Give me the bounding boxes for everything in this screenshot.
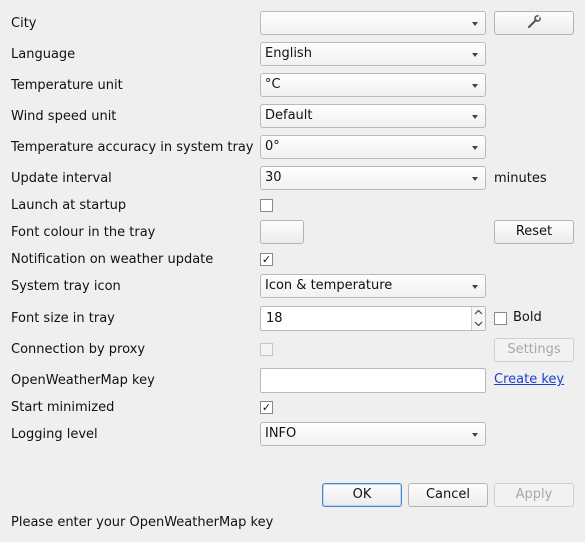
ok-button[interactable]: OK [322,483,402,507]
chevron-down-icon [472,53,478,57]
minutes-label: minutes [494,171,547,186]
language-label: Language [11,47,76,62]
update-interval-label: Update interval [11,171,112,186]
font-size-label: Font size in tray [11,311,115,326]
connection-proxy-label: Connection by proxy [11,342,146,357]
chevron-down-icon [472,285,478,289]
status-message: Please enter your OpenWeatherMap key [11,515,274,530]
temperature-accuracy-combobox[interactable]: 0° [260,135,486,159]
temperature-unit-label: Temperature unit [11,78,123,93]
bold-label: Bold [513,310,542,325]
temperature-accuracy-label: Temperature accuracy in system tray [11,140,254,155]
launch-at-startup-label: Launch at startup [11,198,127,213]
spin-buttons[interactable] [471,307,485,330]
notification-mark: ✓ [261,253,272,266]
owm-key-label: OpenWeatherMap key [11,373,155,388]
notification-checkbox[interactable]: ✓ [260,253,273,266]
proxy-settings-button[interactable]: Settings [494,338,574,362]
apply-button[interactable]: Apply [494,483,574,507]
owm-key-input[interactable] [260,368,486,393]
font-size-spinbox[interactable]: 18 [260,306,486,331]
notification-label: Notification on weather update [11,252,214,267]
update-interval-value: 30 [265,170,282,185]
wind-speed-unit-label: Wind speed unit [11,109,117,124]
chevron-down-icon [472,22,478,26]
temperature-unit-combobox[interactable]: °C [260,73,486,97]
chevron-down-icon [472,115,478,119]
wind-speed-unit-value: Default [265,108,313,123]
start-minimized-checkbox[interactable]: ✓ [260,401,273,414]
bold-checkbox[interactable] [494,312,507,325]
reset-button[interactable]: Reset [494,220,574,244]
spin-down-icon[interactable] [472,318,485,329]
temperature-unit-value: °C [265,77,281,92]
font-colour-label: Font colour in the tray [11,225,156,240]
spin-up-icon[interactable] [472,307,485,318]
update-interval-combobox[interactable]: 30 [260,166,486,190]
chevron-down-icon [472,177,478,181]
language-value: English [265,46,312,61]
system-tray-icon-label: System tray icon [11,279,121,294]
system-tray-icon-value: Icon & temperature [265,278,393,293]
connection-proxy-checkbox[interactable] [260,343,273,356]
language-combobox[interactable]: English [260,42,486,66]
chevron-down-icon [472,433,478,437]
cancel-button[interactable]: Cancel [408,483,488,507]
start-minimized-label: Start minimized [11,400,115,415]
create-key-link[interactable]: Create key [494,372,564,387]
logging-level-value: INFO [265,426,297,441]
chevron-down-icon [472,84,478,88]
city-label: City [11,16,37,31]
temperature-accuracy-value: 0° [265,139,280,154]
start-minimized-mark: ✓ [261,401,272,414]
launch-at-startup-checkbox[interactable] [260,199,273,212]
wind-speed-unit-combobox[interactable]: Default [260,104,486,128]
wrench-icon [528,14,542,28]
logging-level-combobox[interactable]: INFO [260,422,486,446]
logging-level-label: Logging level [11,427,98,442]
system-tray-icon-combobox[interactable]: Icon & temperature [260,274,486,298]
font-size-value: 18 [266,311,283,326]
city-combobox[interactable] [260,11,486,35]
city-search-button[interactable] [494,11,574,35]
chevron-down-icon [472,146,478,150]
font-colour-button[interactable] [260,220,304,244]
